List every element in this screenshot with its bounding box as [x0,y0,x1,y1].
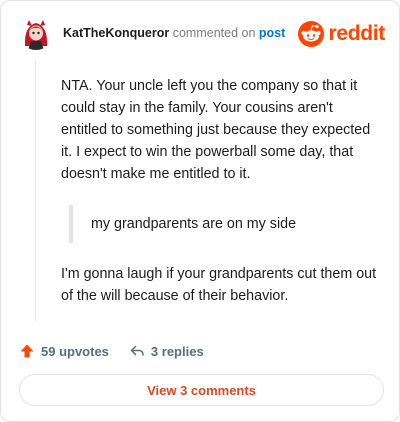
comment-quote: my grandparents are on my side [69,205,381,243]
reddit-logo-icon [298,21,325,47]
reply-count: 3 replies [150,343,204,359]
upvote-count: 59 upvotes [41,343,109,359]
comment-paragraph: I'm gonna laugh if your grandparents cut… [61,266,377,304]
upvote-button[interactable]: 59 upvotes [19,343,109,359]
brand-wordmark: reddit [328,22,385,45]
comment-card: KatTheKonqueror commented on post reddit… [0,0,400,422]
avatar[interactable] [19,16,53,50]
comment-header: KatTheKonqueror commented on post reddit [19,16,385,52]
author-name[interactable]: KatTheKonqueror [63,26,169,40]
reply-button[interactable]: 3 replies [129,343,204,359]
commented-on-text: commented on [172,26,256,40]
upvote-arrow-icon [20,344,34,358]
comment-byline: KatTheKonqueror commented on post [63,26,285,40]
thread-line[interactable] [35,61,36,321]
comment-body: NTA. Your uncle left you the company so … [61,75,381,307]
post-link[interactable]: post [259,26,285,40]
comment-paragraph: NTA. Your uncle left you the company so … [61,78,371,182]
view-comments-button[interactable]: View 3 comments [19,374,384,406]
reddit-brand[interactable]: reddit [298,21,385,47]
comment-actions: 59 upvotes 3 replies [19,341,204,361]
reply-arrow-icon [130,345,144,356]
